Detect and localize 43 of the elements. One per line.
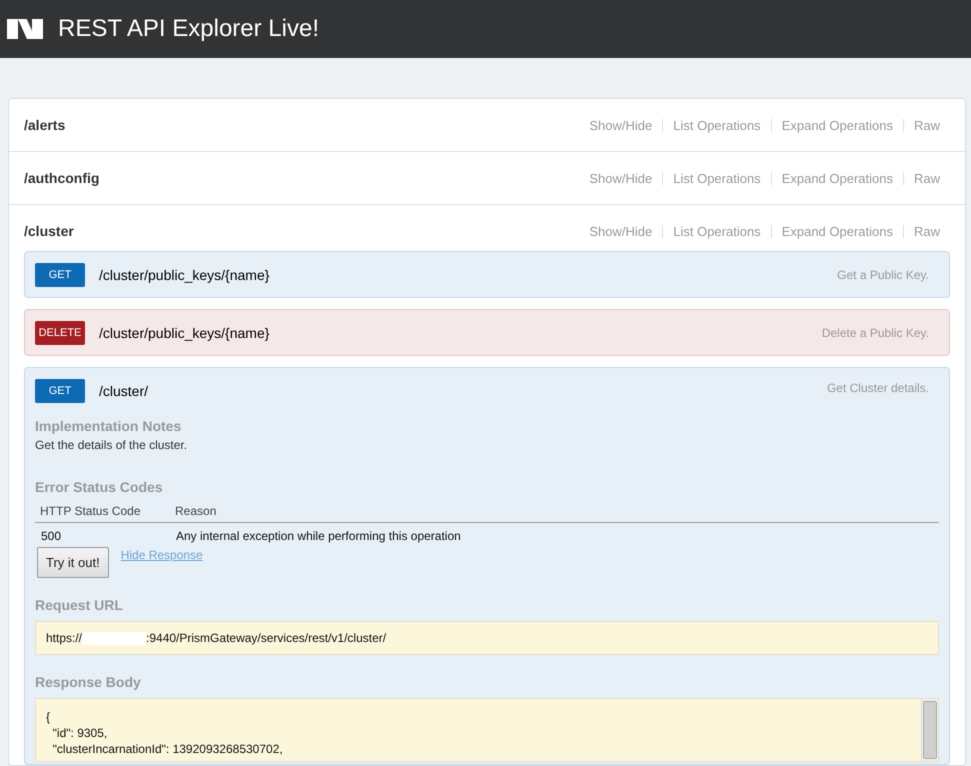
method-badge[interactable]: DELETE: [35, 320, 85, 344]
operation-path[interactable]: /cluster/: [99, 382, 827, 398]
resource-link[interactable]: Raw: [914, 224, 940, 238]
resource-link[interactable]: Show/Hide: [589, 170, 652, 186]
resource-name[interactable]: /cluster: [24, 223, 74, 239]
app-title: REST API Explorer Live!: [58, 15, 319, 43]
operation-summary[interactable]: Delete a Public Key.: [822, 326, 929, 340]
hide-response-link[interactable]: Hide Response: [120, 548, 203, 562]
url-text: :9440/PrismGateway/services/rest/v1/cluster/: [146, 631, 386, 645]
resource-link[interactable]: Raw: [914, 170, 940, 186]
resource-name[interactable]: /authconfig: [24, 170, 100, 186]
method-badge[interactable]: GET: [35, 262, 85, 286]
try-button[interactable]: Try it out!: [37, 547, 109, 578]
code-line: "id": 9305,: [52, 725, 108, 741]
operation-summary[interactable]: Get Cluster details.: [826, 381, 929, 395]
resource-link[interactable]: Show/Hide: [589, 224, 652, 238]
column-header: HTTP Status Code: [35, 501, 170, 522]
resource-name[interactable]: /alerts: [24, 117, 66, 133]
logo-icon: [7, 19, 43, 39]
url-text: https://: [46, 631, 82, 645]
method-badge[interactable]: GET: [35, 378, 85, 402]
resource-link[interactable]: Expand Operations: [782, 224, 893, 238]
section-heading: Error Status Codes: [35, 478, 164, 497]
operation-path[interactable]: /cluster/public_keys/{name}: [99, 266, 838, 282]
operation-path[interactable]: /cluster/public_keys/{name}: [99, 324, 822, 340]
resource-link[interactable]: Raw: [914, 118, 940, 132]
resource-link[interactable]: Show/Hide: [589, 118, 652, 132]
resource-link[interactable]: Expand Operations: [782, 170, 893, 186]
table-cell: Any internal exception while performing this operation: [170, 522, 939, 545]
notes-text: Get the details of the cluster.: [35, 438, 188, 452]
section-heading: Implementation Notes: [35, 417, 182, 436]
resource-link[interactable]: List Operations: [673, 118, 761, 132]
section-heading: Response Body: [35, 673, 142, 692]
resource-link[interactable]: List Operations: [673, 224, 761, 238]
resource-link[interactable]: List Operations: [673, 170, 761, 186]
redaction-block: [82, 632, 146, 644]
section-heading: Request URL: [35, 596, 124, 615]
table-cell: 500: [35, 522, 170, 545]
code-line: {: [46, 709, 52, 725]
operation-summary[interactable]: Get a Public Key.: [837, 268, 929, 282]
code-line: "clusterIncarnationId": 1392093268530702,: [52, 741, 283, 757]
column-header: Reason: [170, 501, 939, 522]
resource-link[interactable]: Expand Operations: [782, 118, 893, 132]
